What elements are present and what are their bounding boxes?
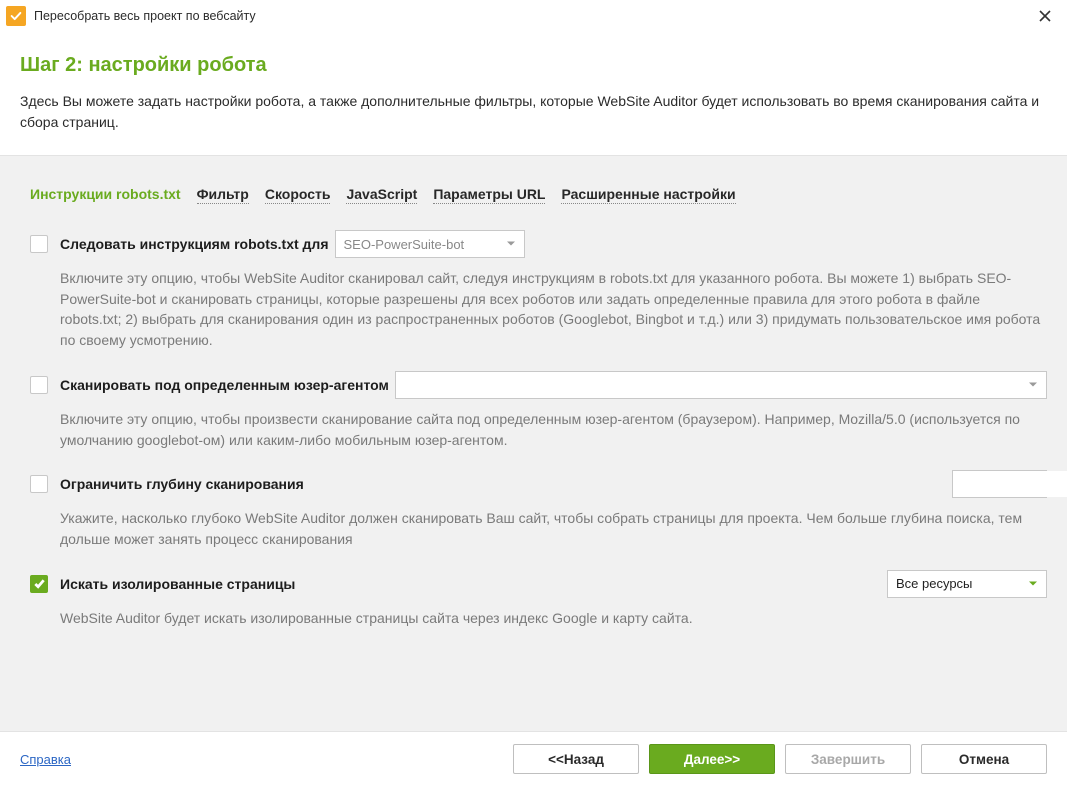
chevron-down-icon	[1028, 576, 1038, 591]
title-bar: Пересобрать весь проект по вебсайту	[0, 0, 1067, 32]
crawl-depth-spinner[interactable]	[952, 470, 1047, 498]
option-orphan-pages-label: Искать изолированные страницы	[60, 575, 295, 593]
user-agent-select[interactable]	[395, 371, 1047, 399]
step-title: Шаг 2: настройки робота	[20, 54, 1047, 77]
crawl-depth-input[interactable]	[953, 471, 1067, 497]
option-user-agent-desc: Включите эту опцию, чтобы произвести ска…	[60, 409, 1045, 450]
option-crawl-depth-label: Ограничить глубину сканирования	[60, 475, 304, 493]
tab-javascript[interactable]: JavaScript	[346, 186, 417, 204]
tab-filter[interactable]: Фильтр	[197, 186, 249, 204]
dialog-footer: Справка <<Назад Далее>> Завершить Отмена	[0, 732, 1067, 786]
option-orphan-pages-desc: WebSite Auditor будет искать изолированн…	[60, 608, 1045, 629]
checkbox-user-agent[interactable]	[30, 376, 48, 394]
chevron-down-icon	[1028, 377, 1038, 392]
tab-speed[interactable]: Скорость	[265, 186, 331, 204]
close-button[interactable]	[1031, 2, 1059, 30]
checkbox-follow-robots[interactable]	[30, 235, 48, 253]
option-follow-robots-label: Следовать инструкциям robots.txt для	[60, 235, 329, 253]
chevron-down-icon	[506, 237, 516, 252]
app-logo-icon	[6, 6, 26, 26]
robot-select-value: SEO-PowerSuite-bot	[344, 237, 465, 252]
option-user-agent: Сканировать под определенным юзер-агенто…	[30, 371, 1047, 450]
robot-select[interactable]: SEO-PowerSuite-bot	[335, 230, 525, 258]
option-crawl-depth-desc: Укажите, насколько глубоко WebSite Audit…	[60, 508, 1045, 549]
dialog-header: Шаг 2: настройки робота Здесь Вы можете …	[0, 32, 1067, 155]
tabs-bar: Инструкции robots.txt Фильтр Скорость Ja…	[30, 186, 1047, 204]
dialog-body: Инструкции robots.txt Фильтр Скорость Ja…	[0, 155, 1067, 732]
tab-robots-instructions[interactable]: Инструкции robots.txt	[30, 186, 181, 204]
option-user-agent-label: Сканировать под определенным юзер-агенто…	[60, 376, 389, 394]
tab-url-params[interactable]: Параметры URL	[433, 186, 545, 204]
back-button[interactable]: <<Назад	[513, 744, 639, 774]
tab-advanced[interactable]: Расширенные настройки	[561, 186, 735, 204]
resources-select-value: Все ресурсы	[896, 576, 972, 591]
help-link[interactable]: Справка	[20, 752, 71, 767]
next-button[interactable]: Далее>>	[649, 744, 775, 774]
option-crawl-depth: Ограничить глубину сканирования Укажите,…	[30, 470, 1047, 549]
cancel-button[interactable]: Отмена	[921, 744, 1047, 774]
step-description: Здесь Вы можете задать настройки робота,…	[20, 91, 1047, 133]
option-orphan-pages: Искать изолированные страницы Все ресурс…	[30, 570, 1047, 629]
resources-select[interactable]: Все ресурсы	[887, 570, 1047, 598]
window-title: Пересобрать весь проект по вебсайту	[34, 9, 256, 23]
option-follow-robots-desc: Включите эту опцию, чтобы WebSite Audito…	[60, 268, 1045, 351]
checkbox-orphan-pages[interactable]	[30, 575, 48, 593]
finish-button: Завершить	[785, 744, 911, 774]
checkbox-crawl-depth[interactable]	[30, 475, 48, 493]
option-follow-robots: Следовать инструкциям robots.txt для SEO…	[30, 230, 1047, 351]
